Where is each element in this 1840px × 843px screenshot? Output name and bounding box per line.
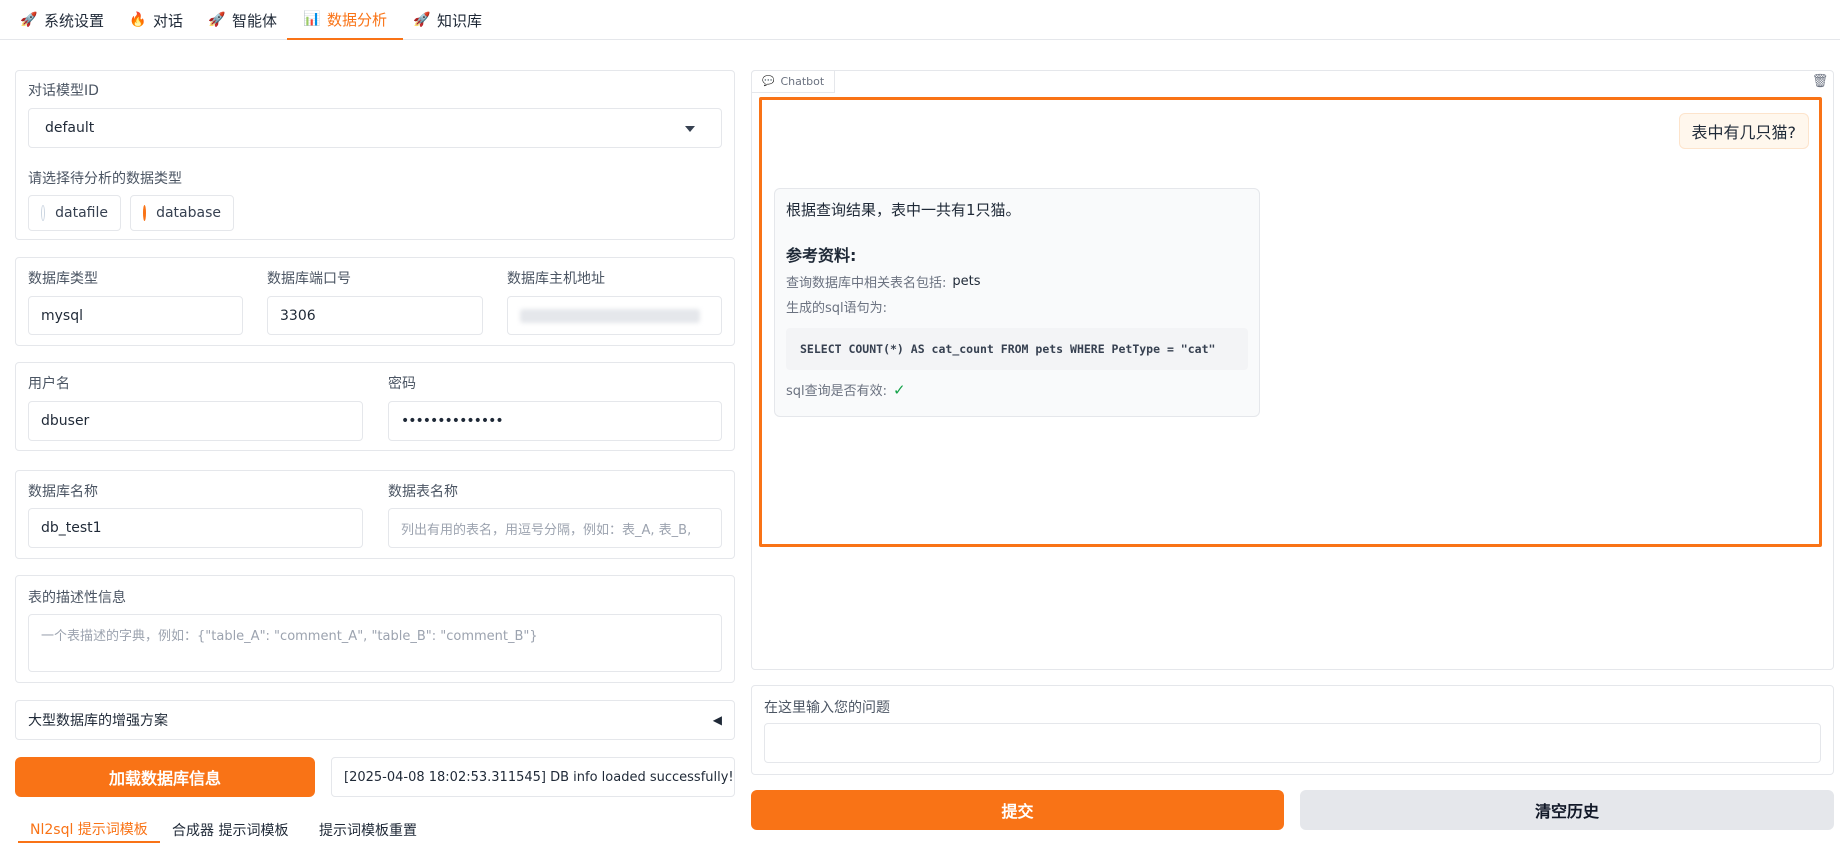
table-names-placeholder: 列出有用的表名，用逗号分隔，例如：表_A, 表_B, [401, 522, 692, 538]
tab-data-analysis[interactable]: 📊 数据分析 [287, 0, 404, 40]
clear-history-button[interactable]: 清空历史 [1300, 790, 1834, 830]
db-port-label: 数据库端口号 [267, 271, 351, 287]
table-names-input[interactable]: 列出有用的表名，用逗号分隔，例如：表_A, 表_B, [388, 508, 722, 548]
tab-template-reset[interactable]: 提示词模板重置 [319, 816, 417, 843]
tab-chat[interactable]: 🔥 对话 [129, 0, 183, 40]
bar-chart-icon: 📊 [303, 11, 321, 27]
enhance-accordion[interactable]: 大型数据库的增强方案 ◀ [15, 700, 735, 740]
user-label: 用户名 [28, 376, 70, 392]
question-input[interactable] [764, 723, 1821, 763]
tab-knowledge-base[interactable]: 🚀 知识库 [413, 0, 482, 40]
bot-answer: 根据查询结果，表中一共有1只猫。 [786, 201, 1021, 219]
enhance-label: 大型数据库的增强方案 [28, 713, 168, 729]
radio-label: datafile [55, 205, 108, 221]
collapse-arrow-icon: ◀ [712, 713, 722, 727]
tab-label: 知识库 [437, 11, 483, 30]
radio-circle-icon [41, 205, 46, 221]
table-desc-label: 表的描述性信息 [28, 590, 126, 606]
db-host-label: 数据库主机地址 [507, 271, 605, 287]
submit-button[interactable]: 提交 [751, 790, 1284, 830]
sql-valid-label: sql查询是否有效: [786, 384, 888, 399]
tab-label: 合成器 提示词模板 [172, 822, 289, 839]
radio-datafile[interactable]: datafile [28, 195, 121, 231]
status-log-text: [2025-04-08 18:02:53.311545] DB info loa… [344, 769, 734, 785]
model-panel [15, 70, 735, 240]
table-desc-input[interactable]: 一个表描述的字典，例如：{"table_A": "comment_A", "ta… [28, 614, 722, 672]
trash-icon[interactable]: 🗑 [1812, 73, 1829, 89]
user-message: 表中有几只猫? [1678, 113, 1809, 149]
top-tab-bar: 🚀 系统设置 🔥 对话 🚀 智能体 📊 数据分析 🚀 知识库 [0, 0, 1840, 40]
db-port-input[interactable]: 3306 [267, 296, 483, 335]
tab-synthesizer-template[interactable]: 合成器 提示词模板 [172, 816, 288, 843]
check-icon: ✓ [893, 380, 906, 399]
table-desc-placeholder: 一个表描述的字典，例如：{"table_A": "comment_A", "ta… [41, 629, 538, 644]
tab-label: 数据分析 [327, 10, 388, 29]
user-value: dbuser [41, 413, 90, 429]
tab-agent[interactable]: 🚀 智能体 [208, 0, 277, 40]
sql-code-block: SELECT COUNT(*) AS cat_count FROM pets W… [786, 328, 1248, 370]
db-type-value: mysql [41, 307, 83, 324]
db-port-value: 3306 [280, 307, 316, 324]
load-db-info-button[interactable]: 加载数据库信息 [15, 757, 315, 797]
table-names-label: 数据表名称 [388, 484, 458, 500]
user-input[interactable]: dbuser [28, 401, 363, 441]
tables-value: pets [952, 274, 981, 289]
bot-message: 根据查询结果，表中一共有1只猫。 参考资料: 查询数据库中相关表名包括: pet… [774, 188, 1260, 417]
radio-checked-icon [143, 205, 155, 221]
chat-bubble-icon: 💬 [762, 76, 775, 87]
radio-database[interactable]: database [130, 195, 234, 231]
db-host-input[interactable] [507, 296, 722, 335]
tab-label: 提示词模板重置 [319, 822, 417, 839]
blurred-host-value [520, 308, 700, 323]
db-type-input[interactable]: mysql [28, 296, 243, 335]
rocket-icon: 🚀 [20, 12, 38, 28]
password-label: 密码 [388, 376, 416, 392]
fire-icon: 🔥 [129, 12, 147, 28]
db-name-label: 数据库名称 [28, 484, 98, 500]
user-message-text: 表中有几只猫? [1691, 123, 1797, 142]
chevron-down-icon [685, 126, 695, 132]
tab-system-settings[interactable]: 🚀 系统设置 [20, 0, 104, 40]
tables-label: 查询数据库中相关表名包括: [786, 276, 947, 291]
db-name-input[interactable]: db_test1 [28, 508, 363, 548]
db-type-label: 数据库类型 [28, 271, 98, 287]
model-value: default [45, 120, 95, 136]
radio-label: database [156, 205, 221, 221]
tab-nl2sql-template[interactable]: Nl2sql 提示词模板 [18, 816, 160, 843]
reference-heading: 参考资料: [786, 246, 857, 265]
data-type-label: 请选择待分析的数据类型 [28, 171, 182, 187]
db-name-value: db_test1 [41, 520, 102, 536]
question-label: 在这里输入您的问题 [764, 700, 890, 716]
tab-label: Nl2sql 提示词模板 [30, 821, 148, 838]
tab-label: 智能体 [232, 11, 278, 30]
status-log: [2025-04-08 18:02:53.311545] DB info loa… [331, 757, 735, 797]
chatbot-tag-label: Chatbot [780, 75, 825, 88]
password-value: •••••••••••••• [401, 413, 504, 429]
chat-messages: 表中有几只猫? 根据查询结果，表中一共有1只猫。 参考资料: 查询数据库中相关表… [759, 97, 1822, 547]
tab-label: 系统设置 [44, 11, 105, 30]
tab-label: 对话 [153, 11, 184, 30]
sql-label: 生成的sql语句为: [786, 301, 888, 316]
model-select[interactable]: default [28, 108, 722, 148]
chatbot-tag: 💬 Chatbot [751, 70, 836, 93]
password-input[interactable]: •••••••••••••• [388, 401, 722, 441]
model-label: 对话模型ID [28, 83, 99, 99]
rocket-icon: 🚀 [208, 12, 226, 28]
rocket-icon: 🚀 [413, 12, 431, 28]
